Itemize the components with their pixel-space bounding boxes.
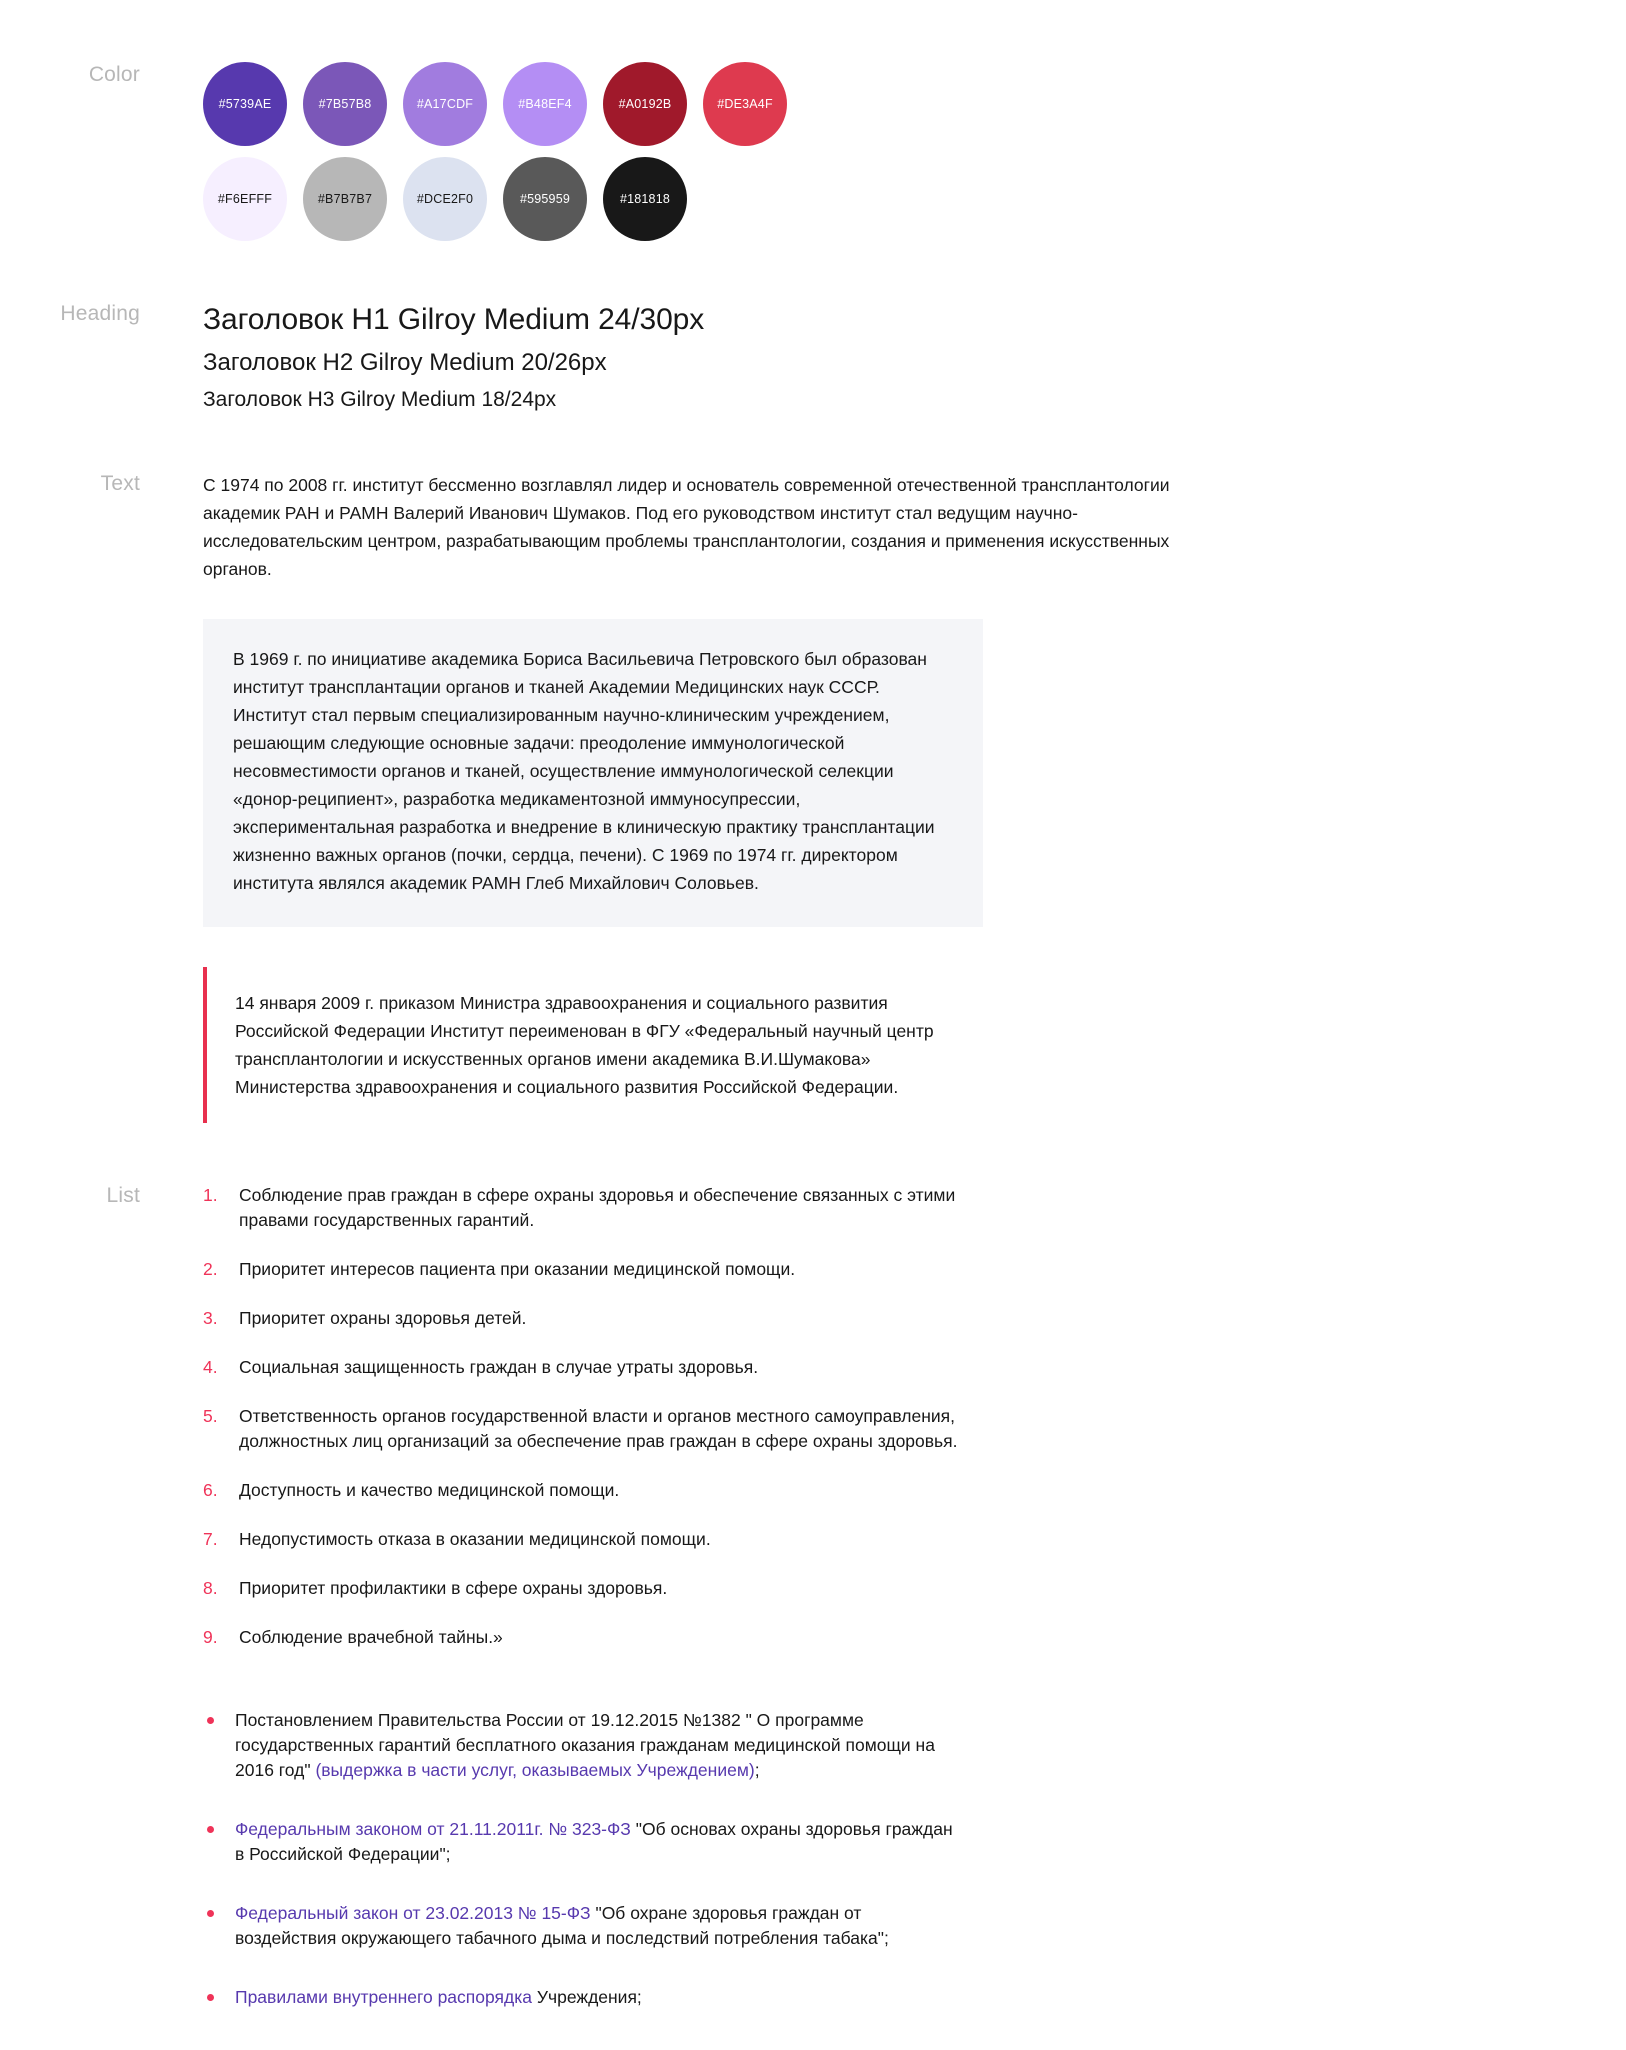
list-item: 4. Социальная защищенность граждан в случ…	[203, 1355, 963, 1380]
style-guide-page: Color #5739AE #7B57B8 #A17CDF #B48EF4 #A…	[0, 0, 1626, 2050]
list-item: 2. Приоритет интересов пациента при оказа…	[203, 1257, 963, 1282]
list-item-text: Соблюдение прав граждан в сфере охраны з…	[239, 1185, 956, 1230]
list-marker: 8.	[203, 1578, 218, 1598]
list-item-text: Приоритет охраны здоровья детей.	[239, 1308, 527, 1328]
color-swatch[interactable]: #B48EF4	[503, 62, 587, 146]
color-swatches: #5739AE #7B57B8 #A17CDF #B48EF4 #A0192B …	[203, 62, 1626, 241]
list-item-text: Приоритет интересов пациента при оказани…	[239, 1259, 796, 1279]
list-item-link[interactable]: Федеральный закон от 23.02.2013 № 15-ФЗ	[235, 1903, 591, 1923]
list-marker: 2.	[203, 1259, 218, 1279]
color-swatch-label: #B48EF4	[518, 97, 572, 111]
info-box: В 1969 г. по инициативе академика Бориса…	[203, 619, 983, 927]
heading-h2-sample: Заголовок H2 Gilroy Medium 20/26px	[203, 349, 607, 376]
list-item-link[interactable]: (выдержка в части услуг, оказываемых Учр…	[315, 1760, 754, 1780]
list-item: 5. Ответственность органов государственно…	[203, 1404, 963, 1454]
heading-h3-sample: Заголовок H3 Gilroy Medium 18/24px	[203, 388, 557, 411]
color-swatch-label: #7B57B8	[318, 97, 372, 111]
section-label-text: Text	[100, 472, 140, 495]
swatch-grid-row-2: #F6EFFF #B7B7B7 #DCE2F0 #595959 #181818	[203, 157, 823, 241]
list-item: 6. Доступность и качество медицинской пом…	[203, 1478, 963, 1503]
list-item: 1. Соблюдение прав граждан в сфере охраны…	[203, 1183, 963, 1233]
list-item-text: Соблюдение врачебной тайны.»	[239, 1627, 503, 1647]
list-item-link[interactable]: Правилами внутреннего распорядка	[235, 1987, 532, 2007]
bulleted-list: Постановлением Правительства России от 1…	[203, 1708, 1626, 2010]
color-swatch-label: #A17CDF	[416, 97, 474, 111]
list-marker: 9.	[203, 1627, 218, 1647]
list-item: Федеральным законом от 21.11.2011г. № 32…	[203, 1817, 963, 1867]
list-item: 9. Соблюдение врачебной тайны.»	[203, 1625, 963, 1650]
color-swatch[interactable]: #A0192B	[603, 62, 687, 146]
color-swatch-label: #181818	[619, 192, 671, 206]
list-item-link[interactable]: Федеральным законом от 21.11.2011г. № 32…	[235, 1819, 631, 1839]
ordered-list: 1. Соблюдение прав граждан в сфере охраны…	[203, 1183, 1626, 1650]
list-item: Федеральный закон от 23.02.2013 № 15-ФЗ …	[203, 1901, 963, 1951]
section-label-heading: Heading	[60, 302, 140, 325]
bullet-dot-icon	[207, 1994, 214, 2001]
list-item-text: Доступность и качество медицинской помощ…	[239, 1480, 620, 1500]
list-marker: 5.	[203, 1406, 218, 1426]
color-swatch[interactable]: #DCE2F0	[403, 157, 487, 241]
text-section: Text С 1974 по 2008 гг. институт бессмен…	[0, 471, 1626, 1123]
heading-samples: Заголовок H1 Gilroy Medium 24/30px Загол…	[203, 301, 1626, 415]
list-item: 8. Приоритет профилактики в сфере охраны …	[203, 1576, 963, 1601]
list-item-text: Недопустимость отказа в оказании медицин…	[239, 1529, 711, 1549]
list-item-text-after: ;	[754, 1760, 760, 1780]
list-section: List 1. Соблюдение прав граждан в сфере о…	[0, 1183, 1626, 2050]
color-swatch-label: #A0192B	[618, 97, 672, 111]
color-swatch[interactable]: #595959	[503, 157, 587, 241]
list-item-text-after: Учреждения;	[532, 1987, 642, 2007]
text-samples: С 1974 по 2008 гг. институт бессменно во…	[203, 471, 1626, 1123]
list-item: Правилами внутреннего распорядка Учрежде…	[203, 1985, 963, 2010]
bullet-dot-icon	[207, 1826, 214, 1833]
list-item-text: Ответственность органов государственной …	[239, 1406, 958, 1451]
color-swatch[interactable]: #B7B7B7	[303, 157, 387, 241]
heading-h1-sample: Заголовок H1 Gilroy Medium 24/30px	[203, 303, 705, 336]
color-swatch-label: #B7B7B7	[317, 192, 373, 206]
color-swatch[interactable]: #F6EFFF	[203, 157, 287, 241]
info-box-paragraph: В 1969 г. по инициативе академика Бориса…	[233, 649, 935, 893]
heading-section: Heading Заголовок H1 Gilroy Medium 24/30…	[0, 301, 1626, 415]
color-swatch-label: #DCE2F0	[416, 192, 474, 206]
bullet-dot-icon	[207, 1910, 214, 1917]
list-item: 7. Недопустимость отказа в оказании медиц…	[203, 1527, 963, 1552]
list-item: 3. Приоритет охраны здоровья детей.	[203, 1306, 963, 1331]
color-swatch[interactable]: #7B57B8	[303, 62, 387, 146]
color-swatch[interactable]: #DE3A4F	[703, 62, 787, 146]
list-item-text: Социальная защищенность граждан в случае…	[239, 1357, 759, 1377]
list-item: Постановлением Правительства России от 1…	[203, 1708, 963, 1783]
list-item-text: Приоритет профилактики в сфере охраны зд…	[239, 1578, 668, 1598]
section-label-color: Color	[88, 63, 140, 86]
list-marker: 3.	[203, 1308, 218, 1328]
color-swatch-label: #5739AE	[218, 97, 272, 111]
list-marker: 4.	[203, 1357, 218, 1377]
list-marker: 7.	[203, 1529, 218, 1549]
color-swatch-label: #595959	[519, 192, 571, 206]
swatch-grid-row-1: #5739AE #7B57B8 #A17CDF #B48EF4 #A0192B …	[203, 62, 823, 146]
bottom-spacer	[203, 2010, 1626, 2050]
color-section: Color #5739AE #7B57B8 #A17CDF #B48EF4 #A…	[0, 0, 1626, 241]
color-swatch[interactable]: #5739AE	[203, 62, 287, 146]
section-label-list: List	[106, 1184, 140, 1207]
blockquote: 14 января 2009 г. приказом Министра здра…	[203, 967, 993, 1123]
bullet-dot-icon	[207, 1717, 214, 1724]
list-samples: 1. Соблюдение прав граждан в сфере охраны…	[203, 1183, 1626, 2050]
color-swatch[interactable]: #181818	[603, 157, 687, 241]
color-swatch-label: #DE3A4F	[717, 97, 773, 111]
color-swatch[interactable]: #A17CDF	[403, 62, 487, 146]
list-marker: 6.	[203, 1480, 218, 1500]
list-marker: 1.	[203, 1185, 218, 1205]
color-swatch-label: #F6EFFF	[217, 192, 273, 206]
body-paragraph: С 1974 по 2008 гг. институт бессменно во…	[203, 475, 1170, 579]
blockquote-paragraph: 14 января 2009 г. приказом Министра здра…	[235, 993, 934, 1097]
